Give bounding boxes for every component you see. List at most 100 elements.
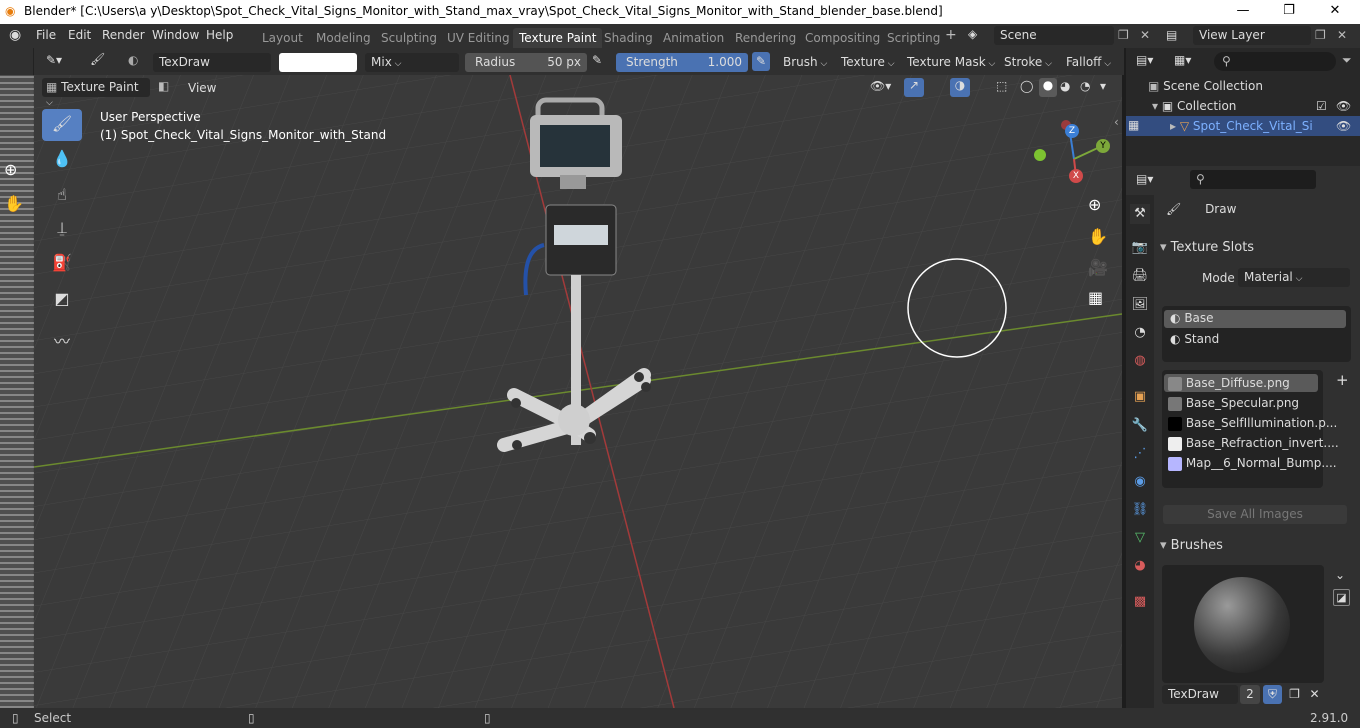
object-visibility-icon[interactable]: 👁	[1336, 119, 1351, 133]
tab-modeling[interactable]: Modeling	[310, 28, 377, 48]
view-layer-field[interactable]: View Layer	[1193, 26, 1311, 45]
brush-image-icon[interactable]: ◪	[1333, 589, 1350, 606]
new-view-layer-icon[interactable]: ❐	[1315, 28, 1326, 42]
collection-row[interactable]: ▾ ▣ Collection	[1152, 99, 1236, 113]
sidebar-toggle-icon[interactable]: ‹	[1114, 115, 1119, 129]
mask-tool[interactable]: ◩	[42, 284, 82, 316]
object-tab-icon[interactable]: ▣	[1130, 387, 1150, 407]
smear-tool[interactable]: ☝	[42, 180, 82, 212]
world-tab-icon[interactable]: ◍	[1130, 351, 1150, 371]
strength-slider[interactable]: Strength 1.000	[616, 53, 748, 72]
brush-list-expand-icon[interactable]: ⌄	[1335, 568, 1345, 582]
wireframe-shading-icon[interactable]: ◯	[1020, 79, 1033, 93]
view-layer-icon[interactable]: ▤	[1166, 28, 1177, 42]
brush-menu[interactable]: Brush	[783, 55, 827, 69]
add-workspace-icon[interactable]: +	[945, 27, 957, 43]
solid-shading-icon[interactable]: ●	[1039, 78, 1057, 97]
minimize-button[interactable]: —	[1220, 0, 1266, 24]
move-view-hand-icon[interactable]: ✋	[1088, 227, 1108, 246]
brush-users-count[interactable]: 2	[1240, 685, 1260, 704]
menu-help[interactable]: Help	[206, 28, 233, 42]
data-tab-icon[interactable]: ▽	[1130, 528, 1150, 548]
scene-collection-row[interactable]: ▣ Scene Collection	[1148, 79, 1263, 93]
brush-datablock-name[interactable]: TexDraw	[1162, 685, 1238, 704]
camera-view-icon[interactable]: 🎥	[1088, 258, 1108, 277]
texture-mask-menu[interactable]: Texture Mask	[907, 55, 995, 69]
particles-tab-icon[interactable]: ⋰	[1130, 444, 1150, 464]
texture-tab-icon[interactable]: ▩	[1130, 592, 1150, 612]
texture-slots-panel-header[interactable]: ▾ Texture Slots	[1160, 240, 1254, 255]
collection-visibility-icon[interactable]: 👁	[1336, 99, 1351, 113]
blender-menu-icon[interactable]: ◉	[9, 27, 21, 43]
save-all-images-button[interactable]: Save All Images	[1163, 505, 1347, 524]
strength-pressure-icon[interactable]: ✎	[752, 52, 770, 71]
clone-tool[interactable]: ⍊	[42, 213, 82, 245]
tab-texture-paint[interactable]: Texture Paint	[513, 28, 603, 48]
outliner-search-input[interactable]: ⚲	[1214, 52, 1336, 71]
draw-tool[interactable]: 🖌	[42, 109, 82, 141]
zoom-view-icon[interactable]: ⊕	[1088, 195, 1101, 214]
menu-edit[interactable]: Edit	[68, 28, 91, 42]
menu-window[interactable]: Window	[152, 28, 199, 42]
slot-mode-select[interactable]: Material	[1238, 268, 1350, 287]
zoom-icon[interactable]: ⊕	[4, 160, 17, 179]
brush-fake-user-icon[interactable]: ◐	[128, 53, 138, 67]
gizmo-x-axis[interactable]: X	[1069, 169, 1083, 183]
outliner-type-icon[interactable]: ▤▾	[1136, 53, 1153, 67]
radius-pressure-icon[interactable]: ✎	[592, 53, 602, 67]
gizmo-toggle-icon[interactable]: ↗	[904, 78, 924, 97]
scene-field[interactable]: Scene	[994, 26, 1114, 45]
image-item[interactable]: Base_Specular.png	[1168, 396, 1299, 411]
radius-slider[interactable]: Radius 50 px	[465, 53, 587, 72]
tab-scripting[interactable]: Scripting	[881, 28, 946, 48]
image-item[interactable]: Map__6_Normal_Bump....	[1168, 456, 1337, 471]
new-scene-icon[interactable]: ❐	[1118, 28, 1129, 42]
brushes-panel-header[interactable]: ▾ Brushes	[1160, 538, 1223, 553]
tool-tab-icon[interactable]: ⚒	[1130, 204, 1150, 224]
tab-animation[interactable]: Animation	[657, 28, 730, 48]
image-item[interactable]: Base_Diffuse.png	[1168, 376, 1290, 391]
perspective-toggle-icon[interactable]: ▦	[1088, 288, 1103, 307]
view-layer-tab-icon[interactable]: 🖼	[1130, 295, 1150, 315]
soften-tool[interactable]: 💧	[42, 144, 82, 176]
delete-scene-icon[interactable]: ✕	[1140, 28, 1150, 42]
paint-mode-icon[interactable]: ✎▾	[46, 53, 62, 67]
output-tab-icon[interactable]: 🖨	[1130, 266, 1150, 286]
display-mode-icon[interactable]: ▦▾	[1174, 53, 1191, 67]
physics-tab-icon[interactable]: ◉	[1130, 472, 1150, 492]
tab-uv-editing[interactable]: UV Editing	[441, 28, 516, 48]
blend-mode-select[interactable]: Mix	[365, 53, 459, 72]
properties-type-icon[interactable]: ▤▾	[1136, 172, 1153, 186]
delete-view-layer-icon[interactable]: ✕	[1337, 28, 1347, 42]
filter-icon[interactable]: ⏷	[1342, 53, 1352, 68]
collection-checkbox[interactable]: ☑	[1316, 99, 1327, 113]
shading-options-icon[interactable]: ▾	[1100, 79, 1106, 93]
pan-hand-icon[interactable]: ✋	[4, 194, 24, 213]
material-tab-icon[interactable]: ◕	[1130, 556, 1150, 576]
paint-mode-object-icon[interactable]: ▦	[1128, 118, 1139, 132]
properties-search-input[interactable]: ⚲	[1190, 170, 1316, 189]
tab-layout[interactable]: Layout	[256, 28, 309, 48]
xray-toggle-icon[interactable]: ⬚	[996, 79, 1007, 93]
unlink-brush-icon[interactable]: ✕	[1305, 685, 1324, 704]
image-item[interactable]: Base_Refraction_invert....	[1168, 436, 1339, 451]
constraints-tab-icon[interactable]: ⛓	[1130, 500, 1150, 520]
brush-color-swatch[interactable]	[279, 53, 357, 72]
material-item[interactable]: ◐ Stand	[1170, 332, 1219, 346]
tab-compositing[interactable]: Compositing	[799, 28, 886, 48]
rendered-shading-icon[interactable]: ◔	[1080, 79, 1090, 93]
fake-user-shield-icon[interactable]: ⛨	[1263, 685, 1282, 704]
brush-name-field[interactable]: TexDraw	[153, 53, 271, 72]
material-item[interactable]: ◐ Base	[1170, 311, 1214, 325]
brush-icon[interactable]: 🖌	[90, 52, 105, 66]
duplicate-brush-icon[interactable]: ❐	[1285, 685, 1304, 704]
add-texture-slot-icon[interactable]: +	[1336, 371, 1349, 389]
stroke-menu[interactable]: Stroke	[1004, 55, 1052, 69]
tab-rendering[interactable]: Rendering	[729, 28, 802, 48]
tab-shading[interactable]: Shading	[598, 28, 659, 48]
menu-render[interactable]: Render	[102, 28, 145, 42]
close-button[interactable]: ✕	[1312, 0, 1358, 24]
overlays-toggle-icon[interactable]: ◑	[950, 78, 970, 97]
texture-menu[interactable]: Texture	[841, 55, 895, 69]
falloff-menu[interactable]: Falloff	[1066, 55, 1111, 69]
